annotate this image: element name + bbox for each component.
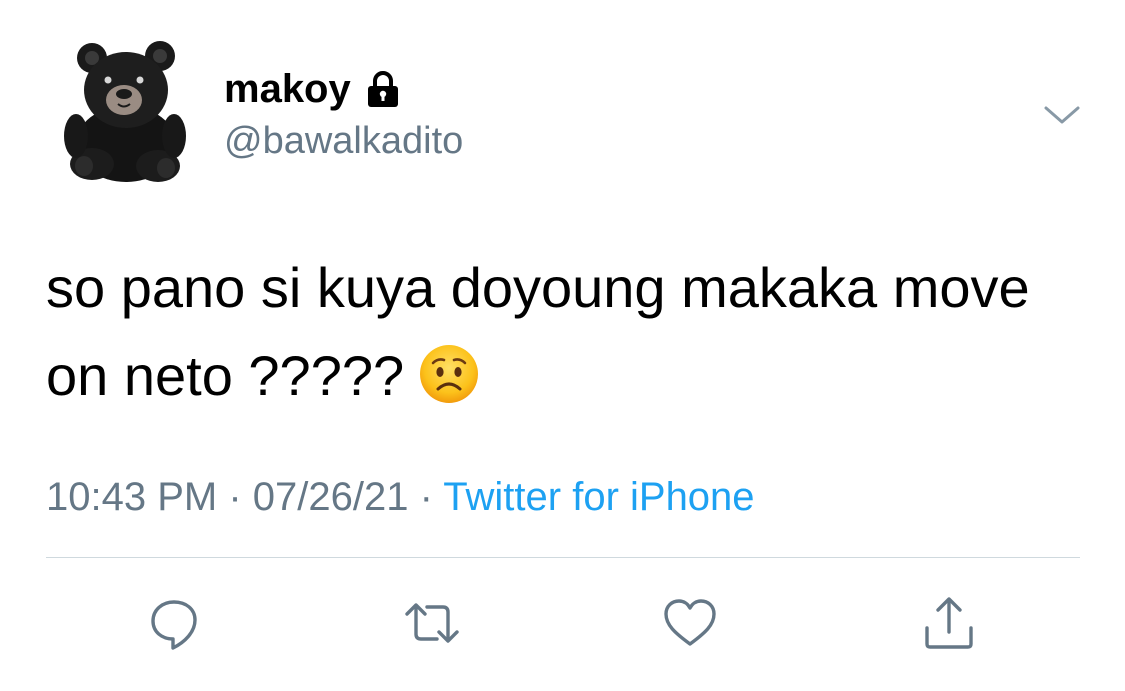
tweet-date: 07/26/21 bbox=[252, 475, 409, 519]
avatar[interactable] bbox=[62, 36, 190, 184]
tweet-source-link[interactable]: Twitter for iPhone bbox=[443, 475, 754, 519]
tweet-text-content: so pano si kuya doyoung makaka move on n… bbox=[46, 256, 1030, 407]
reply-icon bbox=[151, 600, 197, 650]
tweet-text: so pano si kuya doyoung makaka move on n… bbox=[46, 244, 1046, 420]
teddy-bear-image bbox=[64, 41, 186, 182]
tweet-time: 10:43 PM bbox=[46, 475, 218, 519]
lock-icon bbox=[363, 69, 403, 109]
tweet-meta: 10:43 PM · 07/26/21 · Twitter for iPhone bbox=[46, 472, 755, 522]
chevron-down-icon[interactable] bbox=[1040, 94, 1084, 138]
retweet-icon bbox=[405, 603, 459, 643]
display-name[interactable]: makoy bbox=[224, 66, 351, 112]
divider bbox=[46, 557, 1080, 558]
display-name-row: makoy bbox=[224, 66, 403, 112]
meta-separator-1: · bbox=[217, 475, 253, 519]
retweet-button[interactable] bbox=[403, 594, 461, 652]
share-button[interactable] bbox=[920, 594, 978, 652]
like-button[interactable] bbox=[661, 594, 719, 652]
user-handle[interactable]: @bawalkadito bbox=[224, 118, 463, 164]
heart-icon bbox=[664, 599, 716, 646]
meta-separator-2: · bbox=[408, 475, 444, 519]
worried-face-emoji bbox=[418, 342, 480, 404]
share-icon bbox=[925, 597, 973, 649]
reply-button[interactable] bbox=[145, 594, 203, 652]
